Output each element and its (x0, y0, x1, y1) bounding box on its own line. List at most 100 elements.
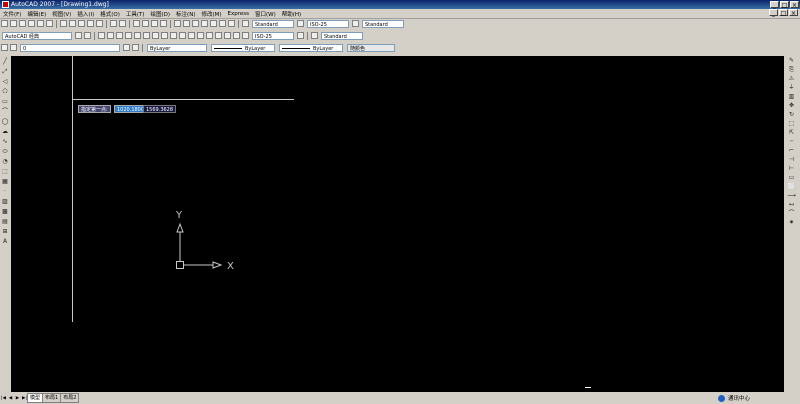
tab-prev-button[interactable]: ◀ (7, 396, 14, 401)
dim-linear-icon[interactable] (98, 32, 105, 39)
dim-jogged-icon[interactable] (143, 32, 150, 39)
construction-line-icon[interactable]: ⤢ (1, 68, 9, 76)
lineweight-select[interactable]: ByLayer (279, 43, 343, 52)
lengthen-icon[interactable]: ⟶ (787, 192, 796, 200)
array-icon[interactable]: ▥ (787, 93, 796, 101)
dim-style-select[interactable]: ISO-25 (307, 19, 349, 28)
drawing-area[interactable]: 指定第一点: 1020.1800 1569.3628 Y X (11, 56, 784, 392)
doc-minimize-button[interactable]: _ (769, 9, 778, 17)
open-icon[interactable] (10, 20, 17, 27)
workspace-select[interactable]: AutoCAD 经典 (2, 31, 72, 40)
linetype-select[interactable]: ByLayer (211, 43, 275, 52)
markup-icon[interactable] (210, 20, 217, 27)
spline-icon[interactable]: ∿ (1, 138, 9, 146)
layer-select[interactable]: 0 (20, 43, 120, 52)
dim-style-manager-icon[interactable] (297, 32, 304, 39)
chamfer-icon[interactable]: ⬜ (787, 183, 796, 191)
minimize-button[interactable]: _ (770, 1, 779, 9)
trim-icon[interactable]: ┄ (787, 138, 796, 146)
tolerance-icon[interactable] (206, 32, 213, 39)
design-center-icon[interactable] (183, 20, 190, 27)
zoom-realtime-icon[interactable] (142, 20, 149, 27)
dim-angular-icon[interactable] (161, 32, 168, 39)
revision-cloud-icon[interactable]: ☁ (1, 128, 9, 136)
gradient-icon[interactable]: ▩ (1, 208, 9, 216)
table-tool-icon[interactable]: ⊞ (1, 228, 9, 236)
move-icon[interactable]: ✥ (787, 102, 796, 110)
menu-file[interactable]: 文件(F) (0, 10, 24, 18)
paste-icon[interactable] (78, 20, 85, 27)
scale-icon[interactable]: ⬚ (787, 120, 796, 128)
menu-window[interactable]: 窗口(W) (252, 10, 279, 18)
center-mark-icon[interactable] (215, 32, 222, 39)
layer-state-icon[interactable] (10, 44, 17, 51)
offset-icon[interactable]: ⏚ (787, 84, 796, 92)
dim-aligned-icon[interactable] (107, 32, 114, 39)
table-style-select-2[interactable]: Standard (321, 31, 363, 40)
copy-icon[interactable] (69, 20, 76, 27)
maximize-button[interactable]: □ (780, 1, 789, 9)
help-icon[interactable] (228, 20, 235, 27)
copy-object-icon[interactable]: ⎘ (787, 66, 796, 74)
ellipse-arc-icon[interactable]: ◔ (1, 158, 9, 166)
workspace-settings-icon[interactable] (75, 32, 82, 39)
quick-leader-icon[interactable] (197, 32, 204, 39)
dim-update-icon[interactable] (242, 32, 249, 39)
dim-baseline-icon[interactable] (179, 32, 186, 39)
communication-center[interactable]: 通讯中心 (718, 394, 750, 402)
sheet-set-icon[interactable] (201, 20, 208, 27)
point-icon[interactable]: · (1, 188, 9, 196)
tab-first-button[interactable]: |◀ (0, 396, 7, 401)
menu-help[interactable]: 帮助(H) (279, 10, 304, 18)
menu-draw[interactable]: 绘图(D) (148, 10, 174, 18)
menu-dimension[interactable]: 标注(N) (173, 10, 198, 18)
menu-view[interactable]: 视图(V) (49, 10, 74, 18)
dim-arc-icon[interactable] (116, 32, 123, 39)
tab-layout2[interactable]: 布局2 (60, 393, 80, 403)
erase-icon[interactable]: ✎ (787, 57, 796, 65)
stretch-icon[interactable]: ⇱ (787, 129, 796, 137)
rectangle-icon[interactable]: ▭ (1, 98, 9, 106)
menu-insert[interactable]: 插入(I) (74, 10, 97, 18)
plot-icon[interactable] (28, 20, 35, 27)
save-icon[interactable] (19, 20, 26, 27)
make-object-layer-current-icon[interactable] (123, 44, 130, 51)
dim-edit-icon[interactable] (224, 32, 231, 39)
explode-icon[interactable]: ✷ (787, 219, 796, 227)
zoom-previous-icon[interactable] (160, 20, 167, 27)
color-select[interactable]: ByLayer (147, 43, 207, 52)
doc-restore-button[interactable]: □ (779, 9, 788, 17)
menu-modify[interactable]: 修改(M) (198, 10, 224, 18)
dim-radius-icon[interactable] (134, 32, 141, 39)
arc-icon[interactable]: ⌒ (1, 108, 9, 116)
cut-icon[interactable] (60, 20, 67, 27)
line-icon[interactable]: ╱ (1, 58, 9, 66)
layer-manager-icon[interactable] (1, 44, 8, 51)
tab-layout1[interactable]: 布局1 (42, 393, 62, 403)
join-icon[interactable]: ▭ (787, 174, 796, 182)
dim-diameter-icon[interactable] (152, 32, 159, 39)
menu-edit[interactable]: 编辑(E) (24, 10, 49, 18)
text-style-select[interactable]: Standard (252, 19, 294, 28)
hatch-icon[interactable]: ▨ (1, 198, 9, 206)
ellipse-icon[interactable]: ⬭ (1, 148, 9, 156)
rotate-icon[interactable]: ↻ (787, 111, 796, 119)
menu-format[interactable]: 格式(O) (97, 10, 123, 18)
break-at-point-icon[interactable]: ⊣ (787, 156, 796, 164)
polyline-icon[interactable]: ◁ (1, 78, 9, 86)
properties-icon[interactable] (174, 20, 181, 27)
dim-style-select-2[interactable]: ISO-25 (252, 31, 294, 40)
workspace-save-icon[interactable] (84, 32, 91, 39)
new-icon[interactable] (1, 20, 8, 27)
table-style-select[interactable]: Standard (362, 19, 404, 28)
redo-icon[interactable] (119, 20, 126, 27)
publish-icon[interactable] (46, 20, 53, 27)
mirror-icon[interactable]: ⚠ (787, 75, 796, 83)
menu-express[interactable]: Express (225, 11, 252, 17)
close-button[interactable]: × (790, 1, 799, 9)
multiline-text-icon[interactable]: A (1, 238, 9, 246)
break-icon[interactable]: ⊢ (787, 165, 796, 173)
insert-block-icon[interactable]: ⬚ (1, 168, 9, 176)
fillet-icon[interactable]: ⌒ (787, 210, 796, 218)
layer-previous-icon[interactable] (132, 44, 139, 51)
